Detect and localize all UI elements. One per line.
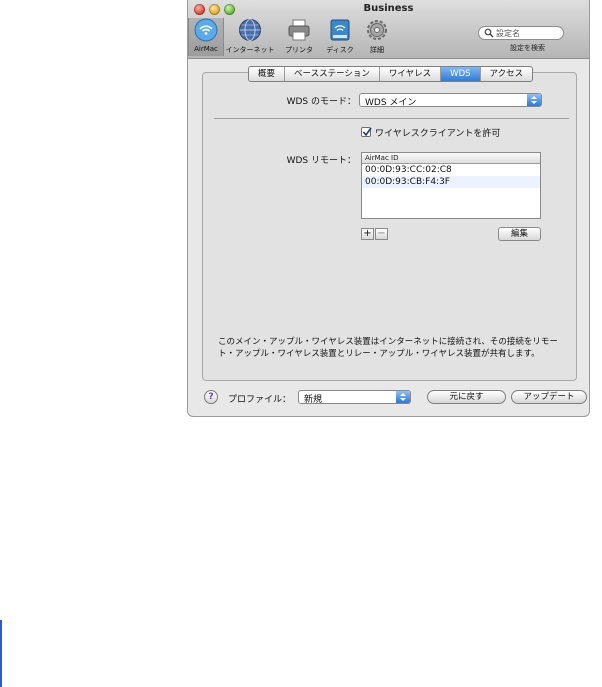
profile-popup[interactable]: 新規: [298, 390, 411, 405]
separator: [214, 118, 569, 119]
remove-remote-button[interactable]: −: [375, 228, 388, 240]
airport-utility-window: Business AirMac インターネット プリンタ ディスク 詳細 設定名…: [187, 0, 590, 417]
list-header-airmac-id[interactable]: AirMac ID: [362, 153, 540, 164]
globe-icon: [239, 19, 261, 41]
wds-mode-popup[interactable]: WDS メイン: [359, 93, 542, 108]
toolbar-advanced[interactable]: 詳細: [362, 18, 392, 56]
list-item[interactable]: 00:0D:93:CC:02:C8: [362, 164, 540, 176]
toolbar-printer[interactable]: プリンタ: [280, 18, 318, 56]
add-remote-button[interactable]: +: [361, 228, 374, 240]
toolbar-label: AirMac: [194, 45, 218, 53]
airmac-icon: [194, 18, 218, 42]
toolbar-airmac[interactable]: AirMac: [188, 18, 224, 56]
toolbar-internet[interactable]: インターネット: [224, 18, 276, 56]
search-placeholder: 設定名: [496, 29, 520, 38]
popup-arrows-icon: [396, 391, 410, 403]
wds-mode-label: WDS のモード：: [286, 97, 356, 107]
search-icon: [484, 28, 494, 38]
profile-value: 新規: [304, 395, 323, 405]
revert-button[interactable]: 元に戻す: [427, 390, 506, 404]
page-edge-rule: [0, 620, 2, 687]
titlebar: Business AirMac インターネット プリンタ ディスク 詳細 設定名…: [188, 0, 589, 59]
toolbar-label: インターネット: [225, 46, 275, 54]
toolbar-disk[interactable]: ディスク: [320, 18, 360, 56]
tab-base-station[interactable]: ベースステーション: [285, 67, 380, 81]
update-button[interactable]: アップデート: [511, 390, 587, 404]
profile-label: プロファイル：: [228, 395, 292, 405]
list-item[interactable]: 00:0D:93:CB:F4:3F: [362, 176, 540, 188]
allow-clients-label[interactable]: ワイヤレスクライアントを許可: [375, 126, 500, 139]
search-field[interactable]: 設定名: [478, 26, 564, 40]
checkmark-icon: [362, 127, 372, 137]
search-caption: 設定を検索: [510, 44, 545, 52]
disk-icon: [330, 19, 350, 41]
window-title: Business: [363, 3, 414, 14]
wds-remote-list[interactable]: AirMac ID 00:0D:93:CC:02:C8 00:0D:93:CB:…: [361, 152, 541, 219]
toolbar-label: プリンタ: [285, 46, 313, 54]
wds-description: このメイン・アップル・ワイヤレス装置はインターネットに接続され、その接続をリモー…: [218, 337, 558, 359]
allow-clients-checkbox[interactable]: [361, 127, 372, 137]
tab-access[interactable]: アクセス: [481, 67, 533, 81]
popup-arrows-icon: [527, 94, 541, 106]
tab-wireless[interactable]: ワイヤレス: [380, 67, 442, 81]
printer-icon: [288, 19, 310, 41]
tab-bar: 概要 ベースステーション ワイヤレス WDS アクセス: [248, 66, 534, 82]
help-button[interactable]: ?: [204, 390, 218, 404]
gear-icon: [367, 20, 387, 40]
wds-mode-value: WDS メイン: [365, 98, 417, 108]
toolbar-label: ディスク: [326, 46, 354, 54]
wds-remote-label: WDS リモート：: [286, 156, 356, 166]
toolbar-label: 詳細: [370, 46, 384, 54]
tab-overview[interactable]: 概要: [249, 67, 286, 81]
edit-remote-button[interactable]: 編集: [498, 227, 541, 241]
tab-wds[interactable]: WDS: [441, 67, 481, 81]
